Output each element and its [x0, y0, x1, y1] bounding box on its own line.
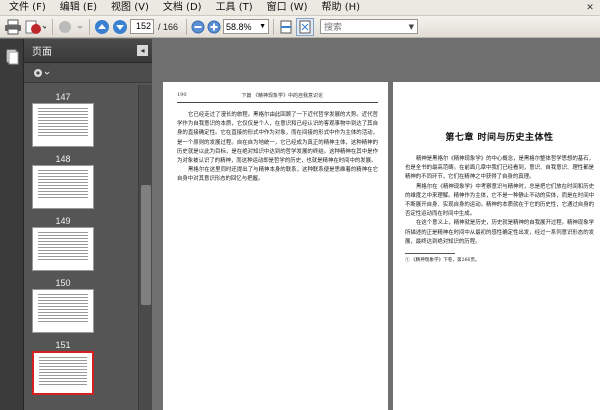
thumbnail-list: 147 148 149 150 151	[24, 85, 152, 410]
zoom-in-icon	[207, 20, 221, 33]
zoom-out-icon	[191, 20, 205, 33]
scrollbar-thumb[interactable]	[141, 185, 151, 305]
body-paragraph: 它已经走过了漫长的旅程。黑格尔由此回顾了一下近代哲学发展的大势。近代哲学作为自我…	[177, 112, 378, 165]
arrow-down-icon	[113, 19, 127, 34]
options-gear-icon[interactable]	[32, 67, 52, 79]
zoom-in-button[interactable]	[207, 18, 221, 36]
search-input[interactable]: 搜索 ▼	[320, 19, 419, 34]
create-pdf-button[interactable]	[24, 18, 46, 36]
running-head: 190 下篇 《精神现象学》中的自我意识论	[177, 92, 378, 103]
search-placeholder: 搜索	[324, 23, 343, 33]
printer-icon	[5, 19, 21, 34]
zoom-level-select[interactable]: 58.8% ▼	[223, 19, 270, 34]
body-paragraph: 精神是黑格尔《精神现象学》的中心概念，是黑格尔整体哲学思想的基石，也是全书的最高…	[405, 156, 594, 181]
fit-width-button[interactable]	[278, 18, 294, 36]
body-paragraph: 黑格尔在这里同时还提出了与精神本身的联系，这种联系便是思维着的精神在它自身中对其…	[177, 167, 378, 183]
page-number-input[interactable]: 152	[130, 19, 154, 34]
pages-panel-toolbar	[24, 63, 152, 83]
menu-edit[interactable]: 编辑 (E)	[53, 0, 104, 16]
thumbnail-page[interactable]: 150	[32, 277, 94, 333]
menu-file[interactable]: 文件 (F)	[2, 0, 53, 16]
chevron-down-icon: ▼	[408, 22, 415, 31]
thumbnail-page[interactable]: 148	[32, 153, 94, 209]
running-head-title: 下篇 《精神现象学》中的自我意识论	[241, 93, 324, 99]
chapter-title: 第七章 时间与历史主体性	[445, 133, 554, 143]
toolbar: 152 / 166 58.8% ▼ 搜索 ▼	[0, 16, 600, 38]
previous-page-button[interactable]	[94, 18, 110, 36]
zoom-out-button[interactable]	[191, 18, 205, 36]
print-button[interactable]	[4, 18, 22, 36]
footnote-rule	[405, 253, 455, 255]
thumbnail-page[interactable]: 149	[32, 215, 94, 271]
pages-panel-header: 页面 ◂	[24, 39, 152, 63]
fit-page-button[interactable]	[296, 17, 315, 36]
body-paragraph: 在这个意义上，精神就是历史，历史就是精神的自我展开过程。精神现象学所描述的正是精…	[405, 220, 594, 245]
fit-page-icon	[299, 20, 311, 33]
menu-view[interactable]: 视图 (V)	[104, 0, 156, 16]
thumbnail-image	[32, 227, 94, 271]
zoom-level: 58.8%	[226, 21, 252, 32]
document-page-right: 第七章 时间与历史主体性 精神是黑格尔《精神现象学》的中心概念，是黑格尔整体哲学…	[393, 82, 600, 410]
thumbnail-page[interactable]: 147	[32, 91, 94, 147]
close-document-icon[interactable]: ✕	[583, 2, 597, 14]
close-panel-icon[interactable]: ◂	[137, 45, 148, 56]
pages-panel-icon[interactable]	[4, 49, 20, 65]
thumbnail-image	[32, 165, 94, 209]
menu-window[interactable]: 窗口 (W)	[260, 0, 315, 16]
chevron-down-icon: ▼	[259, 23, 267, 30]
next-page-button[interactable]	[112, 18, 128, 36]
menu-document[interactable]: 文档 (D)	[156, 0, 209, 16]
thumbnail-label: 149	[55, 216, 71, 226]
thumbnail-image	[32, 289, 94, 333]
thumbnail-scrollbar[interactable]	[138, 85, 152, 410]
fit-width-icon	[280, 20, 292, 33]
arrow-up-icon	[95, 19, 109, 34]
hand-icon	[59, 20, 83, 33]
thumbnail-label: 150	[55, 278, 71, 288]
menu-help[interactable]: 帮助 (H)	[315, 0, 368, 16]
page-number: 190	[177, 92, 187, 98]
body-paragraph: 黑格尔在《精神现象学》中考察意识与精神时，总是把它们放在时间和历史的维度之中来理…	[405, 183, 594, 218]
pages-panel: 页面 ◂ 147 148 149 150 151	[24, 39, 152, 410]
thumbnail-page[interactable]: 151	[32, 339, 94, 395]
rotate-button[interactable]	[57, 18, 83, 36]
pages-panel-title: 页面	[32, 47, 52, 58]
page-total: / 166	[158, 21, 179, 32]
create-pdf-icon	[25, 20, 46, 34]
thumbnail-label: 147	[55, 92, 71, 102]
menu-tools[interactable]: 工具 (T)	[209, 0, 260, 16]
thumbnail-label: 151	[55, 340, 71, 350]
document-page-left: 190 下篇 《精神现象学》中的自我意识论 它已经走过了漫长的旅程。黑格尔由此回…	[163, 82, 388, 410]
navigation-strip	[0, 39, 24, 410]
thumbnail-image	[32, 103, 94, 147]
footnote: ① 《精神现象学》下卷，第266页。	[405, 258, 480, 264]
menu-bar: 文件 (F) 编辑 (E) 视图 (V) 文档 (D) 工具 (T) 窗口 (W…	[0, 0, 600, 16]
thumbnail-image-current	[32, 351, 94, 395]
thumbnail-label: 148	[55, 154, 71, 164]
